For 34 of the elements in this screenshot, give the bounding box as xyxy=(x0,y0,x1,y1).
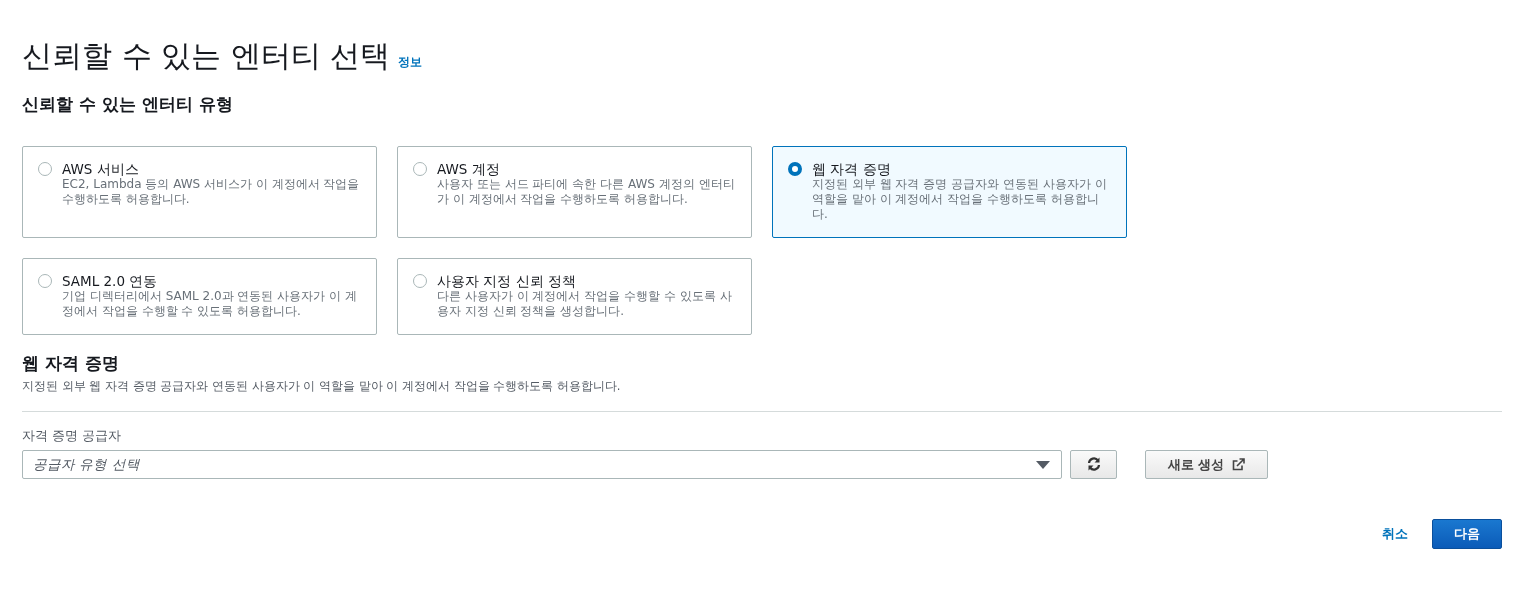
radio-button[interactable] xyxy=(413,273,427,288)
option-description: 기업 디렉터리에서 SAML 2.0과 연동된 사용자가 이 계정에서 작업을 수행할 수 있도록 허용합니다. xyxy=(62,288,358,319)
section-heading: 신뢰할 수 있는 엔터티 유형 xyxy=(22,93,234,116)
entity-option-card[interactable]: 웹 자격 증명 지정된 외부 웹 자격 증명 공급자와 연동된 사용자가 이 역할을 맡아 이 계정에서 작업을 수행하도록 허용합니다. xyxy=(772,145,1127,238)
radio-button[interactable] xyxy=(788,161,802,176)
page-title: 신뢰할 수 있는 엔터티 선택 xyxy=(22,38,391,74)
entity-option-card[interactable]: SAML 2.0 연동 기업 디렉터리에서 SAML 2.0과 연동된 사용자가 이 계정에서 작업을 수행할 수 있도록 허용합니다. xyxy=(22,257,377,335)
option-label: AWS 서비스 xyxy=(62,160,140,177)
option-description: EC2, Lambda 등의 AWS 서비스가 이 계정에서 작업을 수행하도록 허용합니다. xyxy=(62,176,361,207)
info-link[interactable]: 정보 xyxy=(398,53,423,71)
field-label: 자격 증명 공급자 xyxy=(22,427,123,446)
option-description: 사용자 또는 서드 파티에 속한 다른 AWS 계정의 엔터티가 이 계정에서 작업을 수행하도록 허용합니다. xyxy=(437,176,736,207)
option-label: SAML 2.0 연동 xyxy=(62,272,159,289)
entity-option-card[interactable]: 사용자 지정 신뢰 정책 다른 사용자가 이 계정에서 작업을 수행할 수 있도록 사용자 지정 신뢰 정책을 생성합니다. xyxy=(397,257,752,335)
radio-button[interactable] xyxy=(413,161,427,176)
cancel-button[interactable]: 취소 xyxy=(1376,523,1414,545)
radio-button[interactable] xyxy=(38,161,52,176)
dropdown-caret-icon xyxy=(1036,460,1050,469)
entity-option-card[interactable]: AWS 계정 사용자 또는 서드 파티에 속한 다른 AWS 계정의 엔터티가 이 계정에서 작업을 수행하도록 허용합니다. xyxy=(397,145,752,238)
refresh-icon xyxy=(1086,457,1101,472)
entity-option-card[interactable]: AWS 서비스 EC2, Lambda 등의 AWS 서비스가 이 계정에서 작업을 수행하도록 허용합니다. xyxy=(22,145,377,238)
external-link-icon xyxy=(1232,457,1246,471)
option-description: 지정된 외부 웹 자격 증명 공급자와 연동된 사용자가 이 역할을 맡아 이 계정에서 작업을 수행하도록 허용합니다. xyxy=(812,176,1108,222)
option-label: 사용자 지정 신뢰 정책 xyxy=(437,272,577,289)
option-description: 다른 사용자가 이 계정에서 작업을 수행할 수 있도록 사용자 지정 신뢰 정책을 생성합니다. xyxy=(437,288,733,319)
next-button[interactable]: 다음 xyxy=(1432,518,1502,549)
section-heading: 웹 자격 증명 xyxy=(22,351,120,375)
option-label: 웹 자격 증명 xyxy=(812,160,892,177)
option-label: AWS 계정 xyxy=(437,160,501,177)
radio-button[interactable] xyxy=(38,273,52,288)
provider-select[interactable]: 공급자 유형 선택 xyxy=(22,449,1062,479)
refresh-button[interactable] xyxy=(1070,449,1117,479)
create-new-button[interactable]: 새로 생성 xyxy=(1145,449,1268,479)
section-description: 지정된 외부 웹 자격 증명 공급자와 연동된 사용자가 이 역할을 맡아 이 계정에서 작업을 수행하도록 허용합니다. xyxy=(22,378,622,395)
